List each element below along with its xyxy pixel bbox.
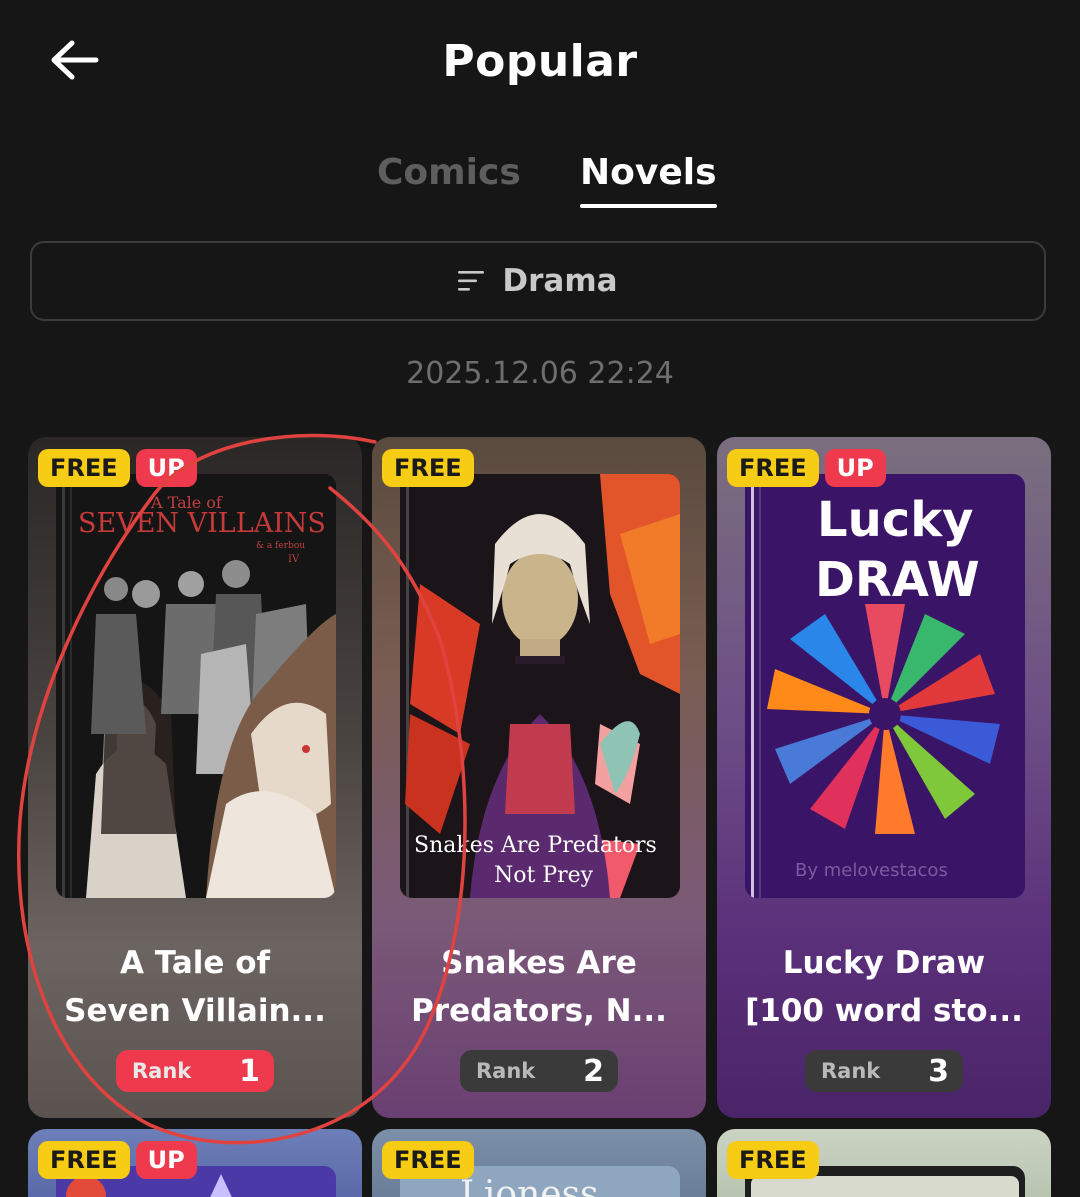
tab-comics[interactable]: Comics bbox=[377, 152, 521, 193]
free-badge: FREE bbox=[382, 1141, 474, 1179]
cover-title-main: Lioness bbox=[460, 1174, 599, 1197]
top-bar: Popular bbox=[0, 0, 1080, 130]
card-title-line: A Tale of bbox=[119, 945, 271, 981]
rank-label: Rank bbox=[476, 1059, 536, 1083]
novel-card-rank-1[interactable]: A Tale of SEVEN VILLAINS & a ferbou IV F… bbox=[28, 437, 362, 1118]
novel-card-rank-2[interactable]: Snakes Are Predators Not Prey FREE Snake… bbox=[372, 437, 706, 1118]
rank-badge: Rank 2 bbox=[460, 1050, 618, 1092]
card-title-line: [100 word sto... bbox=[745, 993, 1023, 1029]
novel-card-rank-5[interactable]: Lioness FREE bbox=[372, 1129, 706, 1197]
card-title: A Tale of Seven Villain... bbox=[42, 939, 348, 1035]
badge-group: FREE UP bbox=[38, 449, 197, 487]
cover-volume: IV bbox=[288, 554, 300, 565]
sort-lines-icon bbox=[458, 271, 485, 291]
cover-title-main: Lucky bbox=[817, 492, 973, 548]
card-title-line: Seven Villain... bbox=[64, 993, 326, 1029]
cover-author: By melovestacos bbox=[795, 860, 948, 881]
page-title: Popular bbox=[442, 36, 638, 87]
free-badge: FREE bbox=[727, 449, 819, 487]
card-title: Snakes Are Predators, N... bbox=[386, 939, 692, 1035]
updated-timestamp: 2025.12.06 22:24 bbox=[406, 356, 674, 391]
card-title: Lucky Draw [100 word sto... bbox=[731, 939, 1037, 1035]
tab-bar: Comics Novels bbox=[0, 152, 1080, 212]
badge-group: FREE bbox=[382, 449, 474, 487]
badge-group: FREE UP bbox=[727, 449, 886, 487]
tab-comics-label: Comics bbox=[377, 152, 521, 193]
cover-title-main: SEVEN VILLAINS bbox=[78, 508, 326, 539]
cover-image: Lucky DRAW By melovestacos bbox=[745, 474, 1025, 898]
rank-badge: Rank 3 bbox=[805, 1050, 963, 1092]
cover-image: Snakes Are Predators Not Prey bbox=[400, 474, 680, 898]
novel-card-rank-4[interactable]: FREE UP bbox=[28, 1129, 362, 1197]
genre-filter-button[interactable]: Drama bbox=[30, 241, 1046, 321]
novel-card-rank-3[interactable]: Lucky DRAW By melovestacos FREE UP Lucky… bbox=[717, 437, 1051, 1118]
rank-badge: Rank 1 bbox=[116, 1050, 274, 1092]
up-badge: UP bbox=[135, 1141, 197, 1179]
cover-title-sub: DRAW bbox=[815, 552, 980, 608]
up-badge: UP bbox=[135, 449, 197, 487]
cover-title-sub: Not Prey bbox=[494, 863, 594, 888]
rank-number: 1 bbox=[239, 1053, 260, 1089]
badge-group: FREE bbox=[382, 1141, 474, 1179]
up-badge: UP bbox=[824, 449, 886, 487]
rank-number: 2 bbox=[583, 1053, 604, 1089]
free-badge: FREE bbox=[382, 449, 474, 487]
cover-author: & a ferbou bbox=[256, 541, 305, 551]
filter-label: Drama bbox=[502, 263, 618, 299]
active-tab-indicator bbox=[580, 204, 717, 208]
card-title-line: Snakes Are bbox=[441, 945, 637, 981]
novel-card-rank-6[interactable]: FREE bbox=[717, 1129, 1051, 1197]
tab-novels[interactable]: Novels bbox=[580, 152, 717, 208]
free-badge: FREE bbox=[38, 449, 130, 487]
free-badge: FREE bbox=[38, 1141, 130, 1179]
cover-image: A Tale of SEVEN VILLAINS & a ferbou IV bbox=[56, 474, 336, 898]
cover-title-main: Snakes Are Predators bbox=[414, 833, 657, 858]
badge-group: FREE UP bbox=[38, 1141, 197, 1179]
card-title-line: Lucky Draw bbox=[782, 945, 986, 981]
badge-group: FREE bbox=[727, 1141, 819, 1179]
rank-label: Rank bbox=[821, 1059, 881, 1083]
tab-novels-label: Novels bbox=[580, 152, 717, 193]
rank-number: 3 bbox=[928, 1053, 949, 1089]
rank-label: Rank bbox=[132, 1059, 192, 1083]
card-title-line: Predators, N... bbox=[411, 993, 667, 1029]
free-badge: FREE bbox=[727, 1141, 819, 1179]
